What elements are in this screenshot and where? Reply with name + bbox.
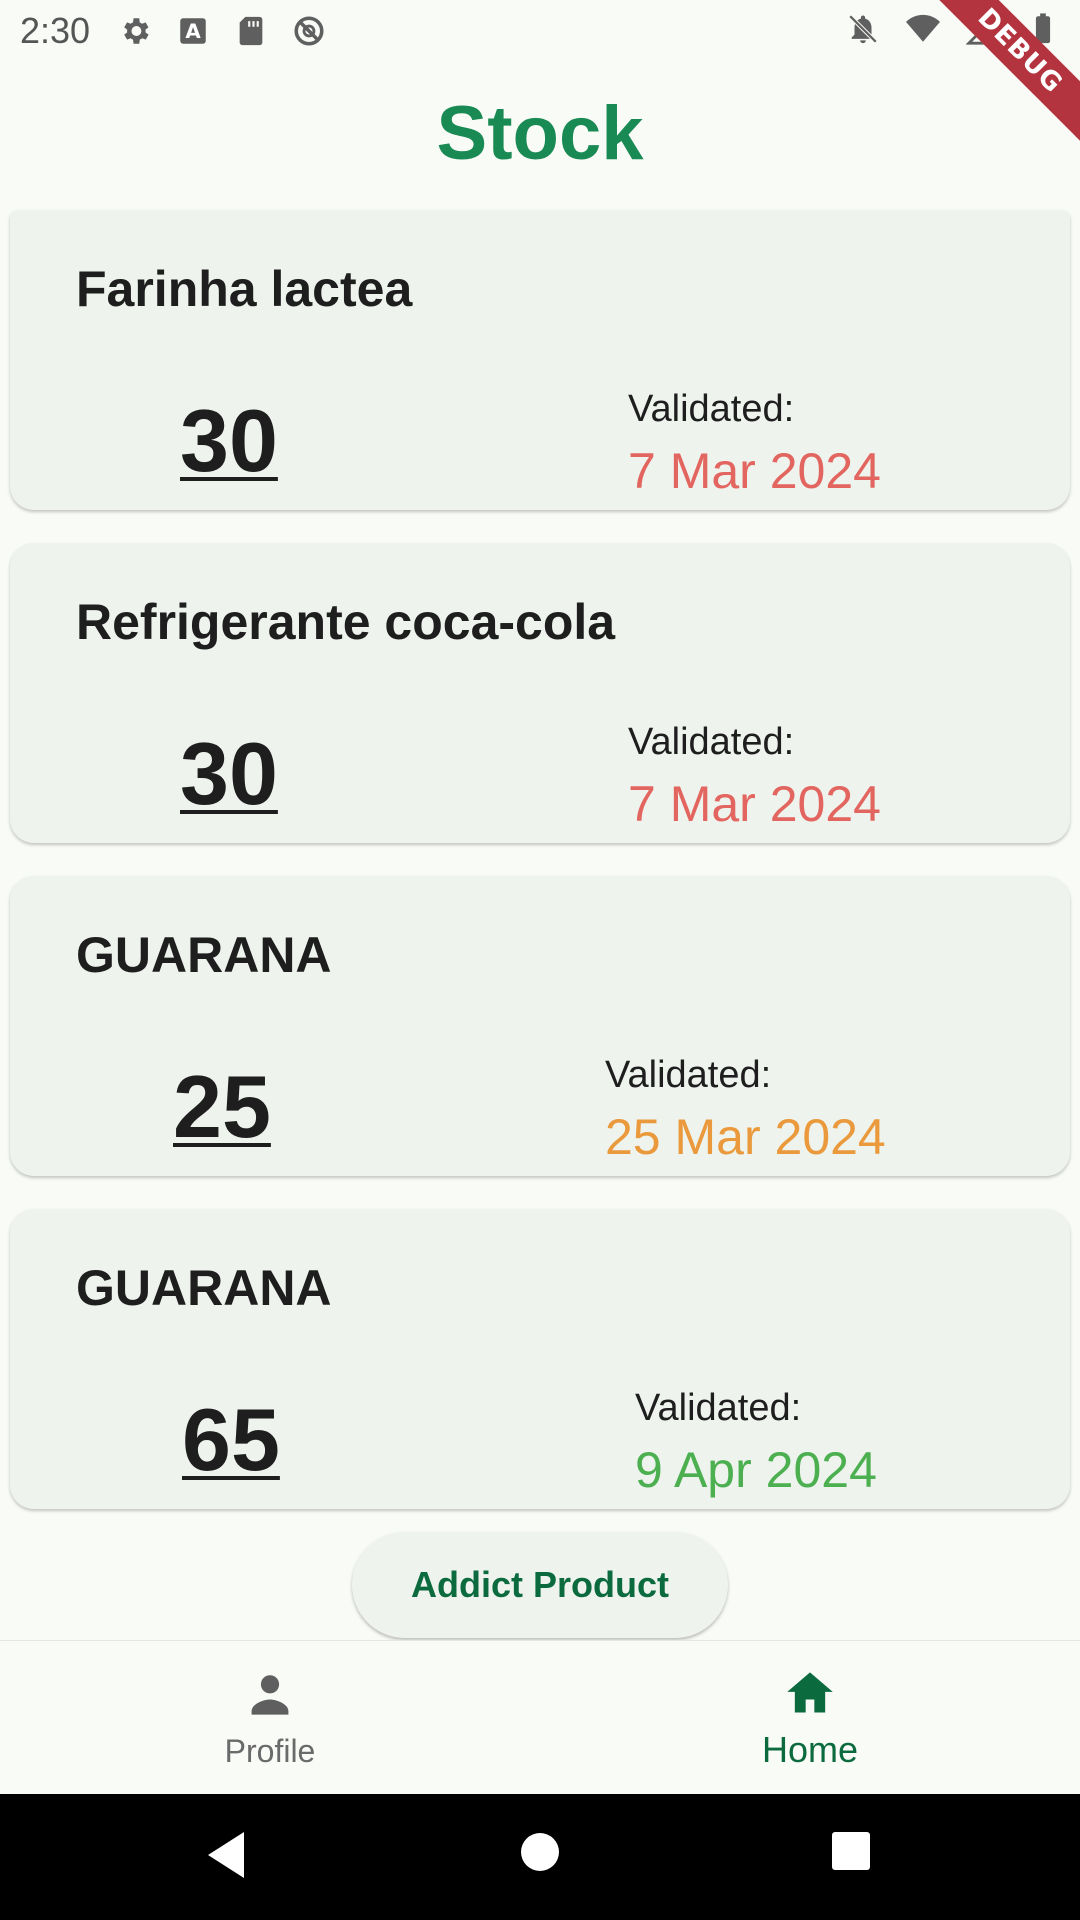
product-name: GUARANA	[76, 927, 332, 983]
validated-date: 25 Mar 2024	[605, 1109, 886, 1165]
add-product-button[interactable]: Addict Product	[352, 1532, 728, 1638]
nav-item-profile[interactable]: Profile	[0, 1641, 540, 1795]
product-card[interactable]: Refrigerante coca-cola 30 Validated: 7 M…	[10, 543, 1070, 843]
product-quantity: 30	[180, 391, 278, 490]
product-card[interactable]: Farinha lactea 30 Validated: 7 Mar 2024	[10, 210, 1070, 510]
product-name: GUARANA	[76, 1260, 332, 1316]
validated-date: 7 Mar 2024	[628, 443, 881, 499]
font-a-icon: A	[180, 18, 206, 44]
validated-label: Validated:	[635, 1387, 802, 1429]
page-title: Stock	[436, 91, 644, 176]
status-time: 2:30	[20, 10, 91, 51]
bottom-nav: Profile Home	[0, 1640, 1080, 1794]
validated-date: 7 Mar 2024	[628, 776, 881, 832]
validated-label: Validated:	[628, 388, 795, 430]
validated-date: 9 Apr 2024	[635, 1442, 877, 1498]
notifications-off-icon	[848, 14, 878, 44]
system-nav-bar	[0, 1794, 1080, 1920]
do-not-disturb-icon	[294, 16, 324, 46]
product-list: Farinha lactea 30 Validated: 7 Mar 2024 …	[10, 210, 1070, 1542]
home-circle-icon[interactable]	[518, 1830, 562, 1874]
back-icon[interactable]	[204, 1830, 248, 1880]
person-icon	[251, 1675, 289, 1715]
svg-text:A: A	[185, 20, 201, 43]
nav-label-home: Home	[761, 1729, 859, 1770]
recents-icon[interactable]	[830, 1830, 872, 1872]
nav-item-home[interactable]: Home	[540, 1641, 1080, 1795]
status-icons-left: A	[118, 14, 326, 48]
sd-card-icon	[239, 16, 263, 46]
debug-ribbon: DEBUG	[920, 0, 1080, 160]
product-quantity: 65	[182, 1390, 280, 1489]
home-icon	[787, 1672, 833, 1713]
product-card[interactable]: GUARANA 25 Validated: 25 Mar 2024	[10, 876, 1070, 1176]
product-name: Refrigerante coca-cola	[76, 594, 616, 650]
status-bar: 2:30 A	[0, 0, 1080, 62]
product-quantity: 25	[173, 1057, 271, 1156]
validated-label: Validated:	[628, 721, 795, 763]
product-quantity: 30	[180, 724, 278, 823]
debug-label: DEBUG	[927, 0, 1080, 144]
product-name: Farinha lactea	[76, 261, 413, 317]
settings-icon	[124, 18, 149, 44]
product-card[interactable]: GUARANA 65 Validated: 9 Apr 2024	[10, 1209, 1070, 1509]
nav-label-profile: Profile	[224, 1733, 316, 1769]
validated-label: Validated:	[605, 1054, 772, 1096]
